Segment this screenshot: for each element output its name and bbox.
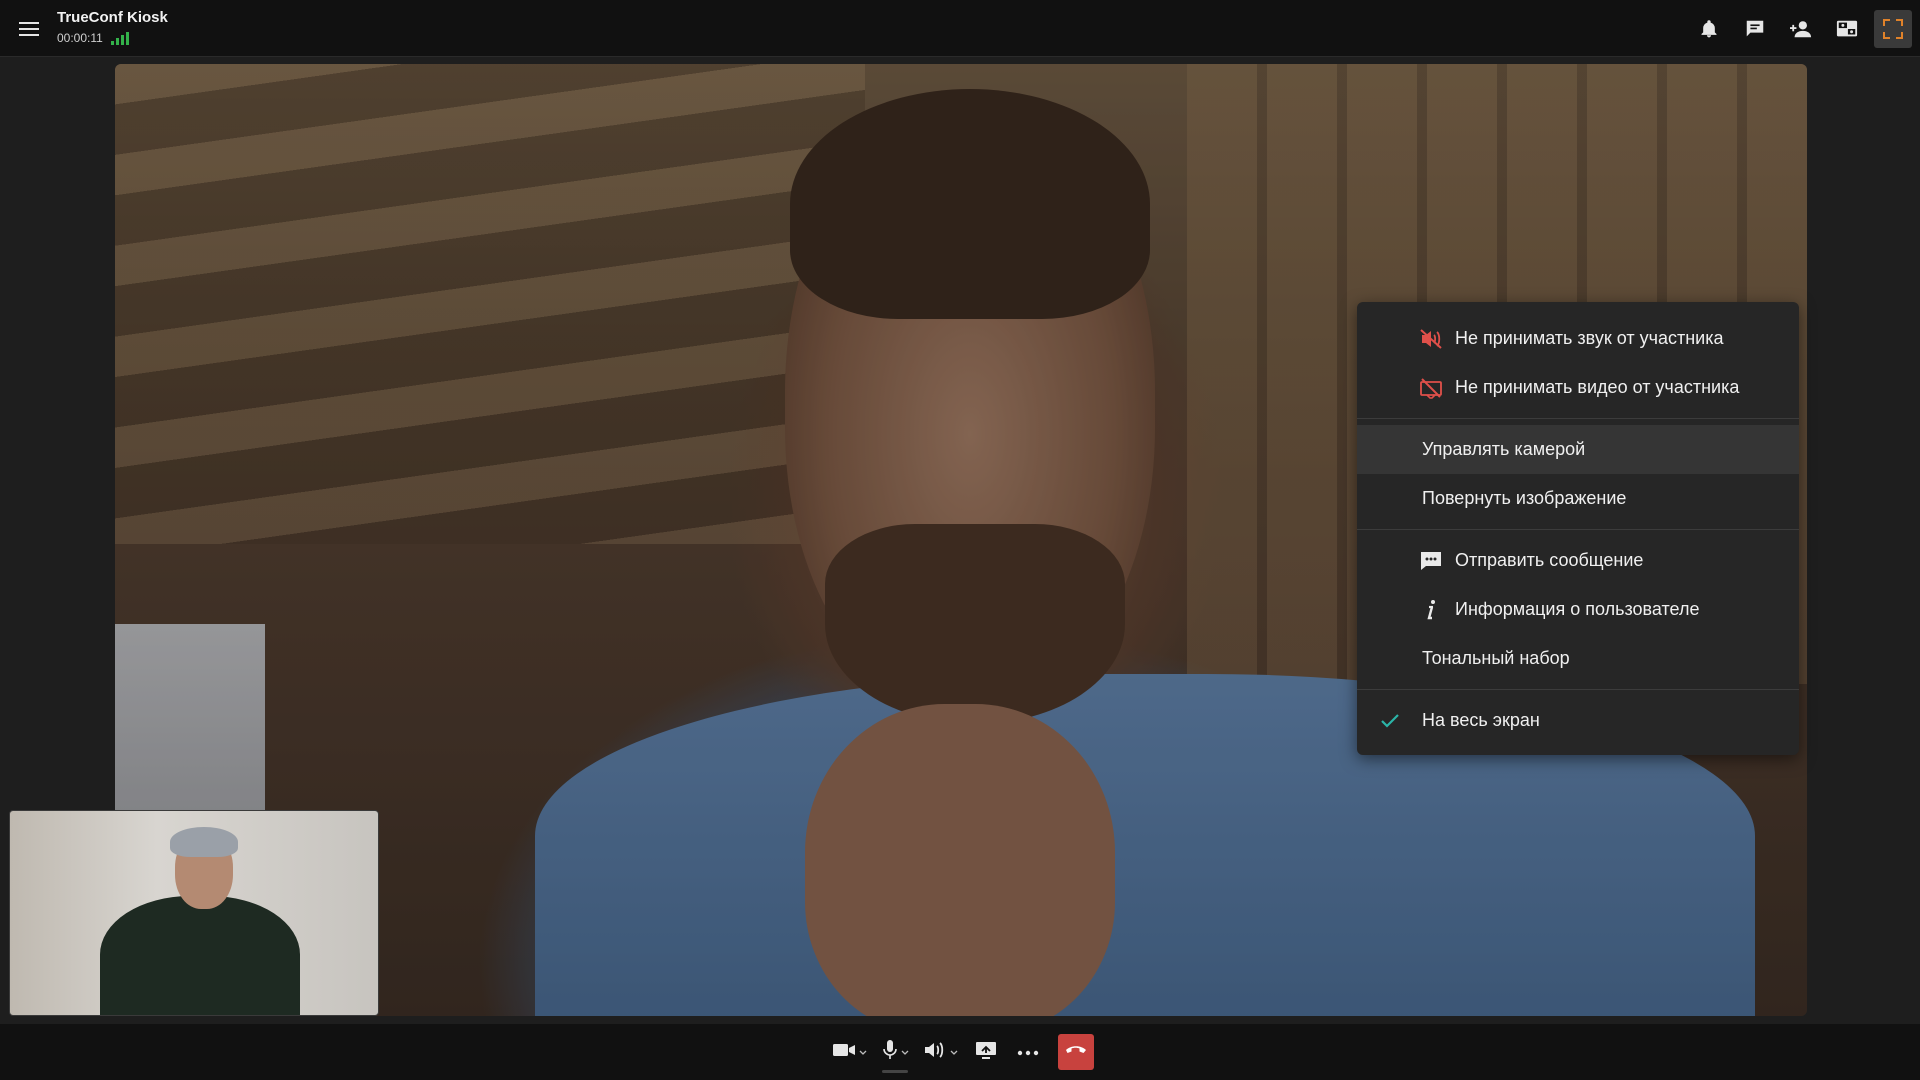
bottom-toolbar bbox=[0, 1024, 1920, 1080]
hangup-icon bbox=[1065, 1043, 1087, 1061]
checkmark-icon bbox=[1357, 713, 1422, 729]
camera-button[interactable] bbox=[828, 1034, 871, 1070]
menu-item-label: Повернуть изображение bbox=[1422, 488, 1627, 508]
speaker-icon bbox=[923, 1040, 947, 1065]
menu-item-label: Информация о пользователе bbox=[1455, 599, 1700, 619]
menu-item-label: Тональный набор bbox=[1422, 648, 1570, 668]
chat-icon[interactable] bbox=[1736, 10, 1774, 48]
menu-item-label: На весь экран bbox=[1422, 710, 1540, 730]
menu-item-user-info[interactable]: Информация о пользователе bbox=[1357, 585, 1799, 634]
self-view[interactable] bbox=[9, 810, 379, 1016]
participant-context-menu: Не принимать звук от участника Не приним… bbox=[1357, 302, 1799, 755]
speaker-button[interactable] bbox=[919, 1034, 962, 1070]
more-icon bbox=[1017, 1043, 1039, 1061]
call-controls bbox=[828, 1034, 1094, 1073]
menu-divider bbox=[1357, 418, 1799, 419]
call-meta: 00:00:11 bbox=[57, 31, 129, 45]
menu-item-camera-control[interactable]: Управлять камерой bbox=[1357, 425, 1799, 474]
camera-icon bbox=[832, 1041, 856, 1064]
signal-strength-icon bbox=[110, 31, 129, 45]
menu-item-dtmf[interactable]: Тональный набор bbox=[1357, 634, 1799, 683]
menu-item-label: Не принимать видео от участника bbox=[1455, 377, 1740, 397]
add-participant-icon[interactable] bbox=[1782, 10, 1820, 48]
menu-icon[interactable] bbox=[14, 16, 44, 42]
message-icon bbox=[1406, 550, 1455, 572]
app-title: TrueConf Kiosk bbox=[57, 9, 168, 26]
menu-item-mute-video[interactable]: Не принимать видео от участника bbox=[1357, 363, 1799, 412]
info-icon bbox=[1406, 599, 1455, 621]
menu-item-rotate-image[interactable]: Повернуть изображение bbox=[1357, 474, 1799, 523]
hangup-button[interactable] bbox=[1058, 1034, 1094, 1070]
menu-divider bbox=[1357, 529, 1799, 530]
video-off-icon bbox=[1406, 377, 1455, 399]
menu-item-fullscreen[interactable]: На весь экран bbox=[1357, 696, 1799, 745]
microphone-button[interactable] bbox=[877, 1034, 913, 1073]
chevron-down-icon[interactable] bbox=[859, 1043, 867, 1061]
fullscreen-icon[interactable] bbox=[1874, 10, 1912, 48]
more-button[interactable] bbox=[1010, 1034, 1046, 1070]
menu-item-label: Управлять камерой bbox=[1422, 439, 1586, 459]
layout-icon[interactable] bbox=[1828, 10, 1866, 48]
mic-level-meter bbox=[882, 1070, 908, 1073]
menu-item-label: Не принимать звук от участника bbox=[1455, 328, 1724, 348]
speaker-muted-icon bbox=[1406, 328, 1455, 350]
top-bar: TrueConf Kiosk 00:00:11 bbox=[0, 0, 1920, 57]
menu-item-send-message[interactable]: Отправить сообщение bbox=[1357, 536, 1799, 585]
bell-icon[interactable] bbox=[1690, 10, 1728, 48]
call-timer: 00:00:11 bbox=[57, 31, 103, 45]
menu-item-label: Отправить сообщение bbox=[1455, 550, 1644, 570]
menu-item-mute-audio[interactable]: Не принимать звук от участника bbox=[1357, 314, 1799, 363]
chevron-down-icon[interactable] bbox=[901, 1043, 909, 1061]
screen-share-icon bbox=[974, 1040, 998, 1065]
microphone-icon bbox=[882, 1039, 898, 1066]
menu-divider bbox=[1357, 689, 1799, 690]
chevron-down-icon[interactable] bbox=[950, 1043, 958, 1061]
screen-share-button[interactable] bbox=[968, 1034, 1004, 1070]
top-actions bbox=[1690, 10, 1912, 48]
